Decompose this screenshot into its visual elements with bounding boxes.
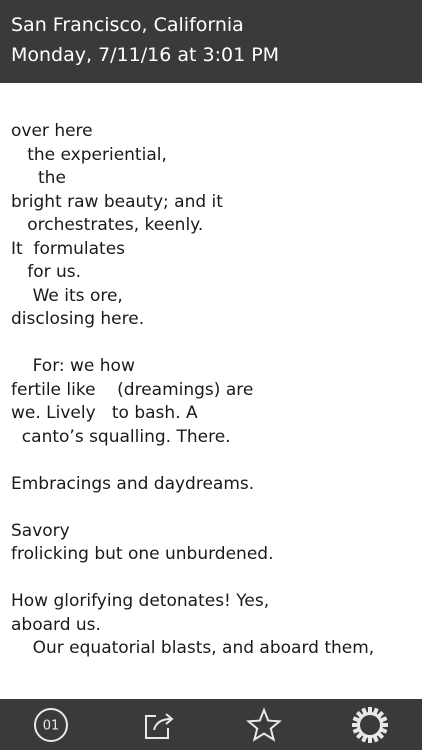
counter-label: 01	[43, 719, 60, 734]
gear-icon	[352, 707, 388, 743]
counter-icon: 01	[34, 708, 68, 742]
share-button[interactable]	[140, 706, 178, 744]
datetime-label: Monday, 7/11/16 at 3:01 PM	[11, 44, 280, 66]
star-icon	[246, 707, 282, 742]
bottom-toolbar: 01	[0, 699, 422, 750]
share-icon	[145, 713, 174, 739]
favorite-button[interactable]	[245, 706, 283, 744]
counter-button[interactable]: 01	[32, 706, 70, 744]
location-label: San Francisco, California	[11, 14, 244, 36]
settings-button[interactable]	[351, 706, 389, 744]
poem-text: over here the experiential, the bright r…	[11, 121, 375, 658]
header-bar: San Francisco, California Monday, 7/11/1…	[0, 0, 422, 83]
